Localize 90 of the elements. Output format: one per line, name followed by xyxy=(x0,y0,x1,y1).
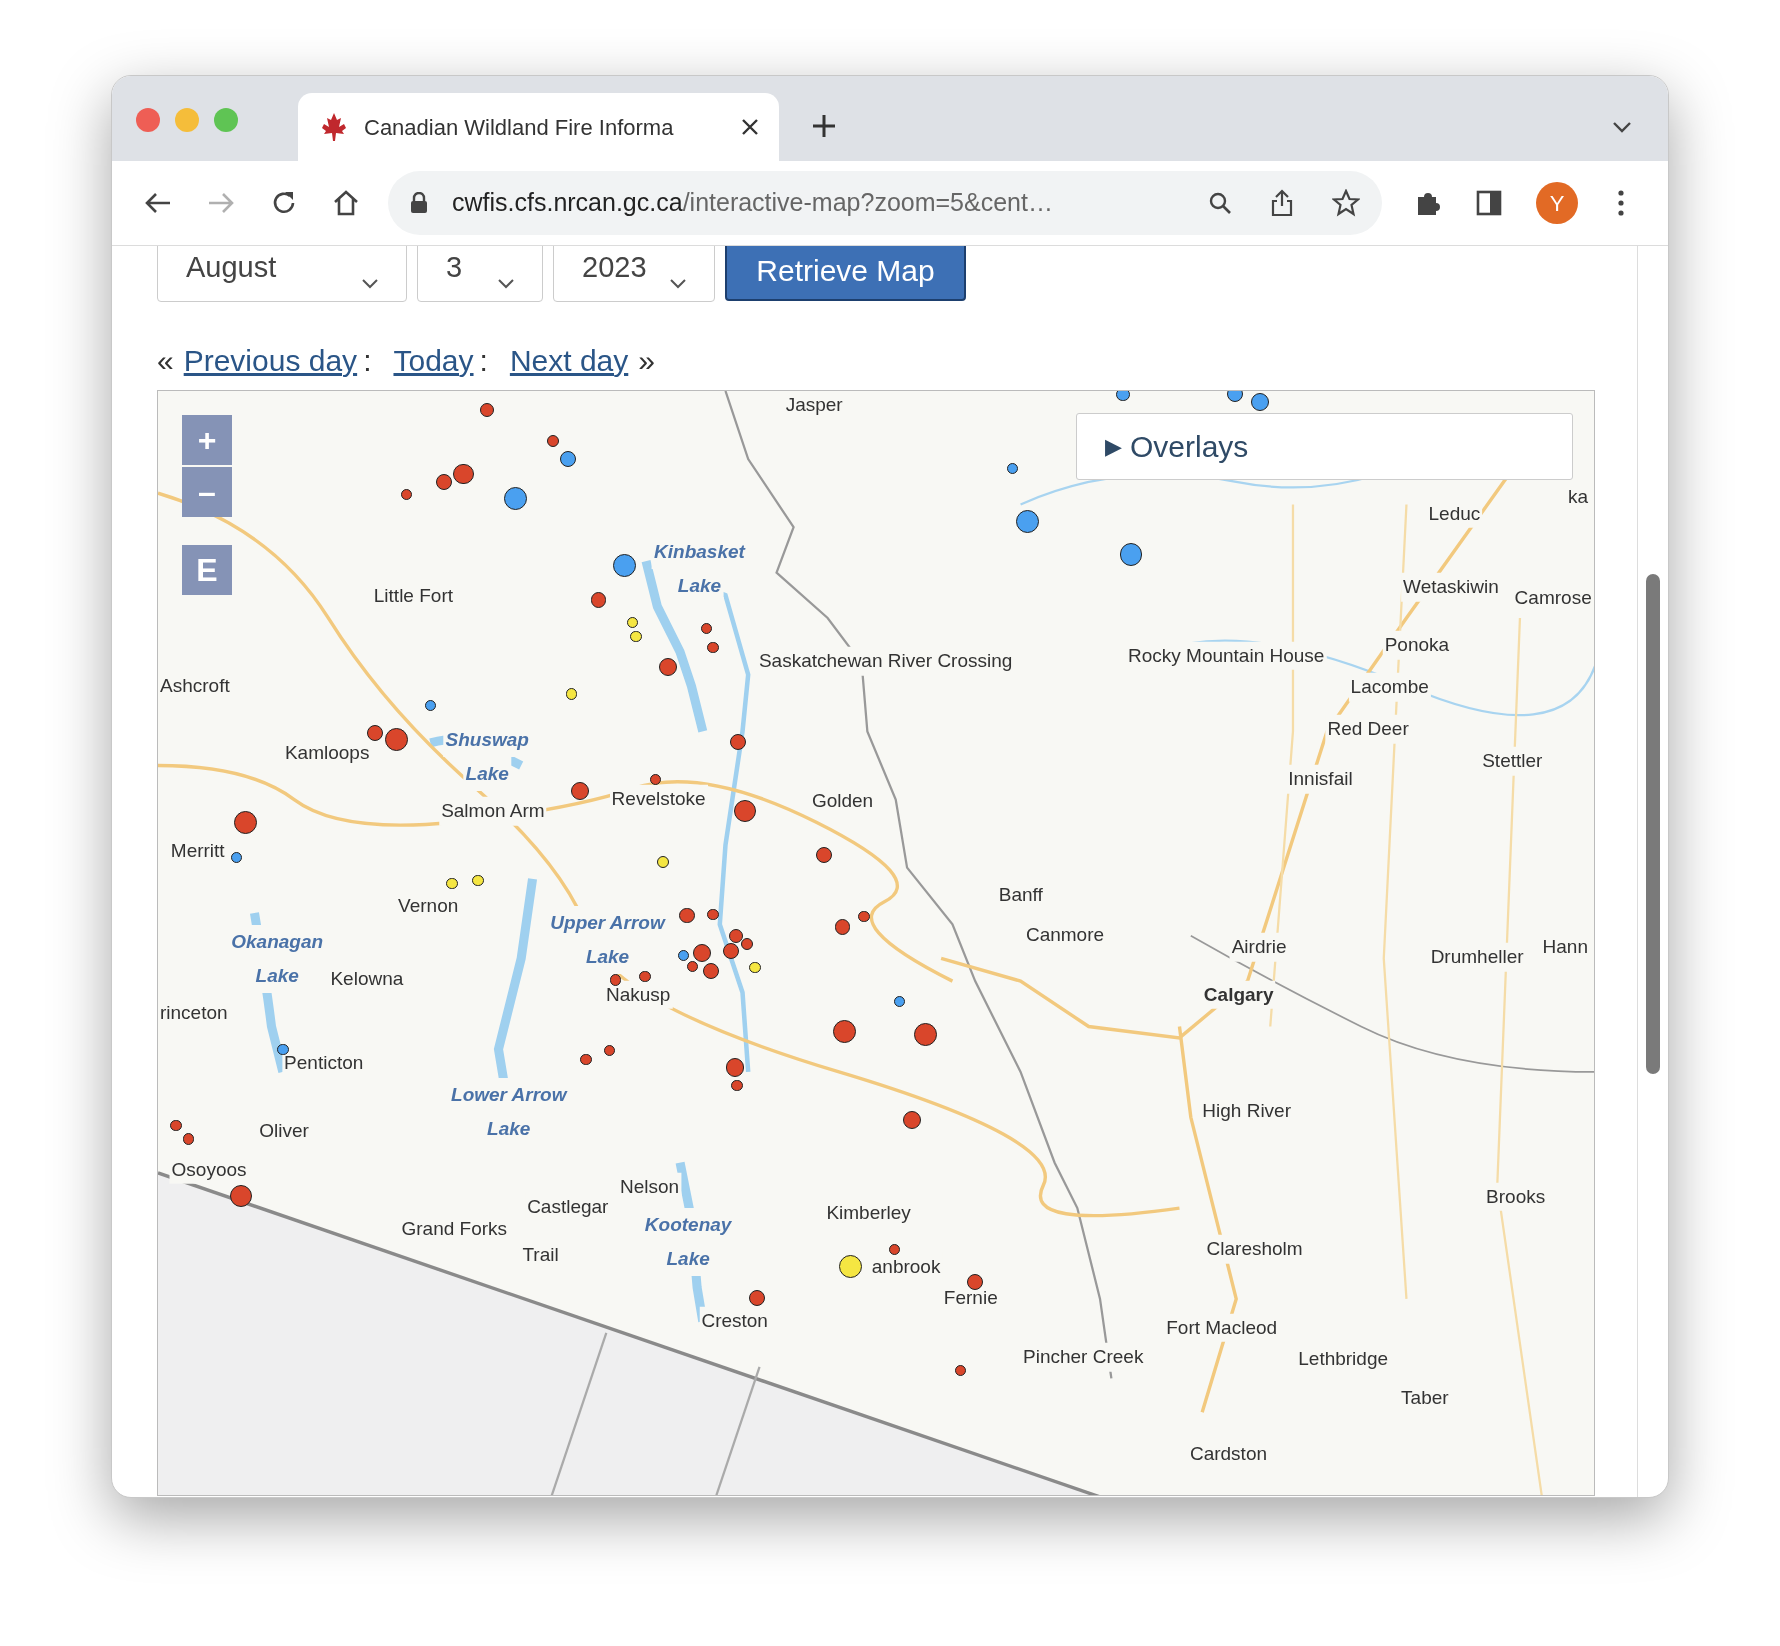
lake-label: Lake xyxy=(463,756,511,791)
place-label: Claresholm xyxy=(1204,1234,1305,1264)
chevron-down-icon[interactable] xyxy=(1612,121,1632,133)
place-label: Salmon Arm xyxy=(439,796,547,826)
right-guillemet: » xyxy=(638,342,655,379)
browser-tab[interactable]: Canadian Wildland Fire Informa xyxy=(298,93,779,161)
place-label: Red Deer xyxy=(1325,715,1411,744)
fire-marker[interactable] xyxy=(626,616,639,629)
back-arrow-icon[interactable] xyxy=(144,191,172,215)
fire-marker[interactable] xyxy=(707,908,719,920)
year-select[interactable]: 2023 xyxy=(553,246,715,302)
day-select[interactable]: 3 xyxy=(417,246,543,302)
fire-marker[interactable] xyxy=(604,1044,616,1057)
lake-label: Lower Arrow xyxy=(449,1077,569,1112)
fire-marker[interactable] xyxy=(749,962,761,974)
lake-label: Kootenay xyxy=(642,1208,734,1243)
search-icon[interactable] xyxy=(1208,191,1232,215)
fire-marker[interactable] xyxy=(400,488,413,500)
fire-marker[interactable] xyxy=(580,1053,592,1066)
place-label: Calgary xyxy=(1201,980,1276,1010)
place-label: Ponoka xyxy=(1382,631,1452,660)
scrollbar-thumb[interactable] xyxy=(1646,574,1660,1074)
triangle-icon: ▶ xyxy=(1105,430,1122,463)
separator: : xyxy=(363,342,372,379)
tab-title: Canadian Wildland Fire Informa xyxy=(364,113,675,142)
overlays-panel[interactable]: ▶ Overlays xyxy=(1076,413,1573,480)
sidebar-panel-icon[interactable] xyxy=(1476,190,1502,216)
fire-marker[interactable] xyxy=(707,641,719,654)
place-label: Pincher Creek xyxy=(1021,1342,1146,1372)
fire-marker[interactable] xyxy=(630,630,642,642)
fire-marker[interactable] xyxy=(858,910,870,923)
fire-marker[interactable] xyxy=(677,949,690,961)
fire-marker[interactable] xyxy=(657,856,669,868)
fire-marker[interactable] xyxy=(182,1133,195,1145)
fire-marker[interactable] xyxy=(170,1119,182,1132)
fire-marker[interactable] xyxy=(547,435,559,447)
place-label: Brooks xyxy=(1484,1182,1548,1212)
new-tab-icon[interactable] xyxy=(811,113,837,139)
left-guillemet: « xyxy=(157,342,174,379)
place-label: Stettler xyxy=(1480,746,1545,776)
fire-marker[interactable] xyxy=(731,1080,743,1092)
retrieve-map-button[interactable]: Retrieve Map xyxy=(725,246,966,301)
fire-marker[interactable] xyxy=(277,1043,289,1056)
overlays-label: Overlays xyxy=(1130,429,1249,465)
lake-label: Okanagan xyxy=(229,924,326,959)
place-label: Saskatchewan River Crossing xyxy=(756,646,1015,676)
fire-marker[interactable] xyxy=(954,1365,967,1377)
separator: : xyxy=(479,342,488,379)
place-label: Rocky Mountain House xyxy=(1126,641,1327,670)
lake-label: Lake xyxy=(664,1242,712,1277)
lake-label: Upper Arrow xyxy=(548,906,667,941)
caret-icon xyxy=(670,279,686,289)
fire-marker[interactable] xyxy=(1227,391,1244,403)
fire-marker[interactable] xyxy=(741,938,753,950)
fire-marker[interactable] xyxy=(687,960,699,973)
fire-marker[interactable] xyxy=(424,699,437,712)
fire-marker[interactable] xyxy=(565,688,577,700)
more-menu-icon[interactable] xyxy=(1618,190,1624,216)
star-icon[interactable] xyxy=(1332,189,1360,217)
month-select[interactable]: August xyxy=(157,246,407,302)
fire-marker[interactable] xyxy=(889,1243,901,1255)
fire-marker[interactable] xyxy=(472,874,484,886)
address-bar[interactable]: cwfis.cfs.nrcan.gc.ca/interactive-map?zoom=5&cent… xyxy=(388,171,1382,235)
fire-marker[interactable] xyxy=(230,851,242,864)
fire-marker[interactable] xyxy=(1007,462,1019,474)
close-tab-icon[interactable] xyxy=(741,118,759,136)
lake-label: Lake xyxy=(253,958,301,993)
today-link[interactable]: Today xyxy=(393,337,474,383)
place-label: Lacombe xyxy=(1348,673,1431,702)
lake-label: Lake xyxy=(583,940,632,975)
place-label: Innisfail xyxy=(1286,765,1355,794)
home-icon[interactable] xyxy=(332,189,360,217)
close-window-button[interactable] xyxy=(136,108,160,132)
fire-marker[interactable] xyxy=(1116,391,1130,402)
fire-marker[interactable] xyxy=(893,996,905,1008)
share-icon[interactable] xyxy=(1270,189,1294,217)
url-text: cwfis.cfs.nrcan.gc.ca/interactive-map?zoom=5&cent… xyxy=(452,187,1053,219)
place-label: Nakusp xyxy=(604,980,673,1010)
fire-marker[interactable] xyxy=(639,971,651,983)
place-label: Airdrie xyxy=(1229,933,1289,962)
place-label: Wetaskiwin xyxy=(1401,573,1501,602)
fire-marker[interactable] xyxy=(700,622,712,634)
caret-icon xyxy=(362,279,378,289)
fire-marker[interactable] xyxy=(446,878,458,890)
next-day-link[interactable]: Next day xyxy=(509,337,629,383)
fire-marker[interactable] xyxy=(609,974,622,986)
fire-marker[interactable] xyxy=(649,773,661,785)
caret-icon xyxy=(498,279,514,289)
previous-day-link[interactable]: Previous day xyxy=(183,337,358,383)
lock-icon xyxy=(410,192,428,214)
